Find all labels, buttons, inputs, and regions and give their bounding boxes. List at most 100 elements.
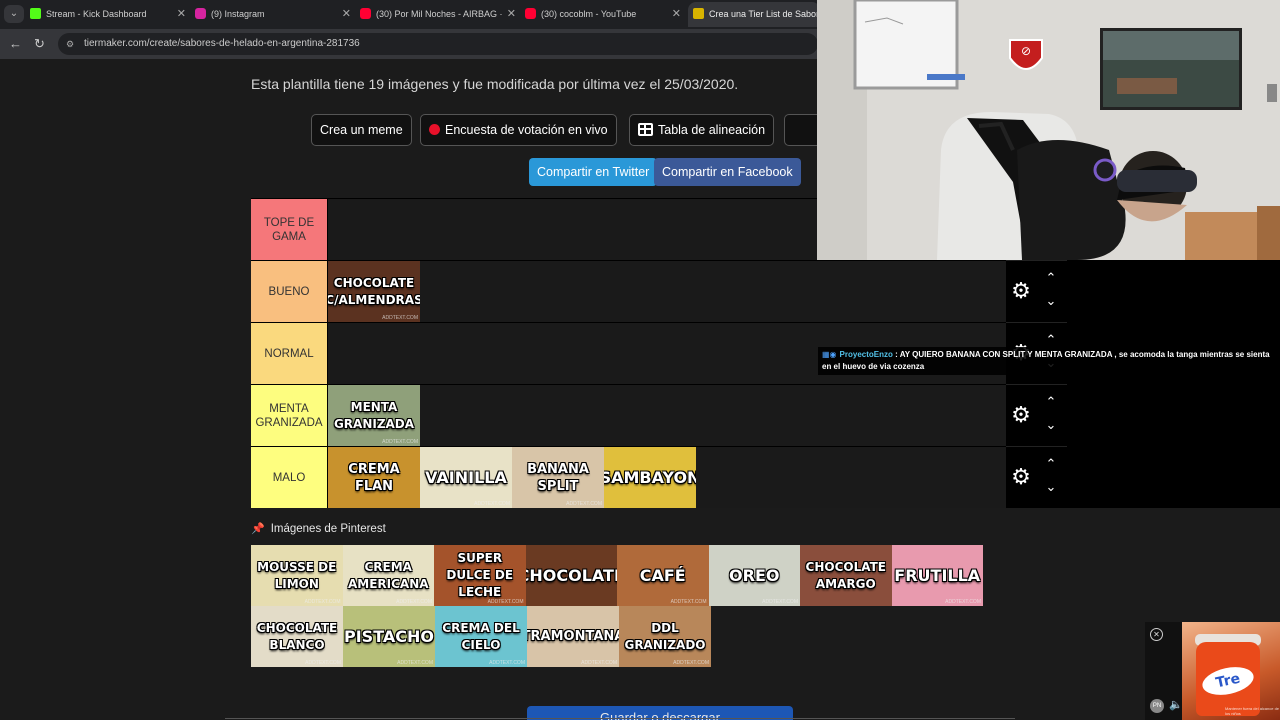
close-tab-icon[interactable]: ✕ xyxy=(177,2,186,27)
back-arrow-icon[interactable]: ← xyxy=(9,36,22,52)
flavor-caption: SUPER DULCE DE LECHE xyxy=(446,551,514,599)
chevron-down-icon[interactable]: ⌄ xyxy=(1042,294,1060,308)
tab-title: (30) Por Mil Noches - AIRBAG · xyxy=(376,9,503,19)
watermark: ADDTEXT.COM xyxy=(474,501,510,507)
flavor-image[interactable]: SAMBAYON xyxy=(604,447,696,508)
tier-controls: ⚙ ⌃ ⌄ xyxy=(1006,384,1067,446)
create-meme-button[interactable]: Crea un meme xyxy=(311,114,412,146)
flavor-caption: DDL GRANIZADO xyxy=(624,620,706,652)
template-description: Esta plantilla tiene 19 imágenes y fue m… xyxy=(251,76,739,92)
chevron-down-icon[interactable]: ⌄ xyxy=(1042,480,1060,494)
tier-row: BUENO CHOCOLATE C/ALMENDRAS ADDTEXT.COM xyxy=(251,260,1007,322)
watermark: ADDTEXT.COM xyxy=(382,315,418,321)
screen: ⌄ Stream - Kick Dashboard ✕ (9) Instagra… xyxy=(0,0,1280,720)
flavor-caption: PISTACHO xyxy=(344,627,434,646)
gear-icon[interactable]: ⚙ xyxy=(1008,402,1034,428)
tier-label[interactable]: BUENO xyxy=(251,261,328,322)
flavor-image[interactable]: CREMA AMERICANA ADDTEXT.COM xyxy=(342,545,434,606)
image-pool: MOUSSE DE LIMON ADDTEXT.COM CREMA AMERICAN… xyxy=(251,545,983,667)
divider xyxy=(225,718,1015,719)
flavor-image[interactable]: CREMA DEL CIELO ADDTEXT.COM xyxy=(435,606,527,667)
flavor-image[interactable]: TRAMONTANA ADDTEXT.COM xyxy=(527,606,619,667)
live-poll-button[interactable]: Encuesta de votación en vivo xyxy=(420,114,617,146)
flavor-image[interactable]: CHOCOLATE AMARGO xyxy=(800,545,892,606)
address-bar[interactable]: ⚙ tiermaker.com/create/sabores-de-helado… xyxy=(58,33,818,55)
flavor-image[interactable]: CHOCOLATE xyxy=(525,545,617,606)
gear-icon[interactable]: ⚙ xyxy=(1008,464,1034,490)
flavor-image[interactable]: DDL GRANIZADO ADDTEXT.COM xyxy=(619,606,711,667)
kick-icon xyxy=(30,8,41,20)
watermark: ADDTEXT.COM xyxy=(670,599,707,605)
flavor-caption: MENTA GRANIZADA xyxy=(333,399,415,431)
flavor-image[interactable]: CAFÉ ADDTEXT.COM xyxy=(617,545,709,606)
share-facebook-button[interactable]: Compartir en Facebook xyxy=(654,158,801,186)
url-text: tiermaker.com/create/sabores-de-helado-e… xyxy=(84,38,360,49)
tier-label[interactable]: MALO xyxy=(251,447,328,508)
reload-icon[interactable]: ↻ xyxy=(34,36,45,52)
flavor-image[interactable]: SUPER DULCE DE LECHE ADDTEXT.COM xyxy=(434,545,526,606)
share-twitter-button[interactable]: Compartir en Twitter xyxy=(529,158,658,186)
youtube-icon xyxy=(360,8,371,20)
tier-label[interactable]: TOPE DE GAMA xyxy=(251,199,328,260)
webcam-overlay: ⊘ xyxy=(817,0,1280,260)
alignment-chart-button[interactable]: Tabla de alineación xyxy=(629,114,775,146)
tier-label[interactable]: NORMAL xyxy=(251,323,328,384)
tier-controls: ⚙ ⌃ ⌄ xyxy=(1006,260,1067,322)
tier-label[interactable]: MENTA GRANIZADA xyxy=(251,385,328,446)
flavor-image[interactable]: VAINILLA ADDTEXT.COM xyxy=(420,447,512,508)
chevron-up-icon[interactable]: ⌃ xyxy=(1042,271,1060,285)
browser-tab[interactable]: Stream - Kick Dashboard ✕ xyxy=(30,2,190,27)
chevron-down-icon[interactable]: ⌄ xyxy=(1042,418,1060,432)
close-tab-icon[interactable]: ✕ xyxy=(342,2,351,27)
flavor-image[interactable]: MENTA GRANIZADA ADDTEXT.COM xyxy=(328,385,420,446)
color-tier-button[interactable] xyxy=(784,114,818,146)
tier-controls: ⚙ ⌃ ⌄ xyxy=(1006,446,1067,508)
flavor-caption: OREO xyxy=(729,566,780,585)
close-tab-icon[interactable]: ✕ xyxy=(672,2,681,27)
gear-icon[interactable]: ⚙ xyxy=(1008,278,1034,304)
chat-username: ProyectoEnzo xyxy=(839,350,893,359)
watermark: ADDTEXT.COM xyxy=(581,660,617,666)
close-ad-icon[interactable]: ✕ xyxy=(1150,628,1163,641)
site-info-icon[interactable]: ⚙ xyxy=(66,38,74,50)
close-tab-icon[interactable]: ✕ xyxy=(507,2,516,27)
button-label: Encuesta de votación en vivo xyxy=(445,123,608,137)
flavor-image[interactable]: CHOCOLATE C/ALMENDRAS ADDTEXT.COM xyxy=(328,261,420,322)
browser-tab-active[interactable]: Crea una Tier List de Sabores xyxy=(688,2,820,27)
watermark: ADDTEXT.COM xyxy=(382,439,418,445)
chat-message: ▦◉ ProyectoEnzo : AY QUIERO BANANA CON SP… xyxy=(818,347,1280,375)
tab-search-button[interactable]: ⌄ xyxy=(4,5,24,23)
tier-items: CREMA FLAN VAINILLA ADDTEXT.COM BANANA SPLI… xyxy=(328,447,696,508)
flavor-image[interactable]: MOUSSE DE LIMON ADDTEXT.COM xyxy=(251,545,343,606)
button-label: Tabla de alineación xyxy=(658,123,766,137)
grid-icon xyxy=(638,123,653,137)
video-ad[interactable]: ✕ Tre PN 🔈 Mantener fuera del alcance de… xyxy=(1145,622,1280,720)
flavor-caption: FRUTILLA xyxy=(894,566,981,585)
watermark: ADDTEXT.COM xyxy=(396,599,432,605)
browser-tab[interactable]: (30) cocoblm - YouTube ✕ xyxy=(525,2,685,27)
flavor-caption: CREMA DEL CIELO xyxy=(442,620,520,652)
chevron-up-icon[interactable]: ⌃ xyxy=(1042,333,1060,347)
flavor-image[interactable]: OREO ADDTEXT.COM xyxy=(708,545,800,606)
volume-icon[interactable]: 🔈 xyxy=(1169,698,1183,711)
chevron-up-icon[interactable]: ⌃ xyxy=(1042,395,1060,409)
flavor-caption: CAFÉ xyxy=(639,566,686,585)
tab-title: (30) cocoblm - YouTube xyxy=(541,9,637,19)
tab-title: (9) Instagram xyxy=(211,9,265,19)
flavor-image[interactable]: BANANA SPLIT ADDTEXT.COM xyxy=(512,447,604,508)
flavor-image[interactable]: FRUTILLA ADDTEXT.COM xyxy=(891,545,983,606)
pause-icon[interactable]: PN xyxy=(1150,699,1164,713)
flavor-image[interactable]: PISTACHO ADDTEXT.COM xyxy=(343,606,435,667)
flavor-caption: SAMBAYON xyxy=(604,468,696,487)
record-dot-icon xyxy=(429,124,440,136)
browser-tab[interactable]: (30) Por Mil Noches - AIRBAG · ✕ xyxy=(360,2,520,27)
chevron-up-icon[interactable]: ⌃ xyxy=(1042,457,1060,471)
watermark: ADDTEXT.COM xyxy=(397,660,433,666)
flavor-image[interactable]: CREMA FLAN xyxy=(328,447,420,508)
watermark: ADDTEXT.COM xyxy=(566,501,602,507)
watermark: ADDTEXT.COM xyxy=(673,660,709,666)
tab-title: Stream - Kick Dashboard xyxy=(46,9,147,19)
flavor-caption: VAINILLA xyxy=(425,468,507,487)
flavor-image[interactable]: CHOCOLATE BLANCO ADDTEXT.COM xyxy=(251,606,343,667)
browser-tab[interactable]: (9) Instagram ✕ xyxy=(195,2,355,27)
